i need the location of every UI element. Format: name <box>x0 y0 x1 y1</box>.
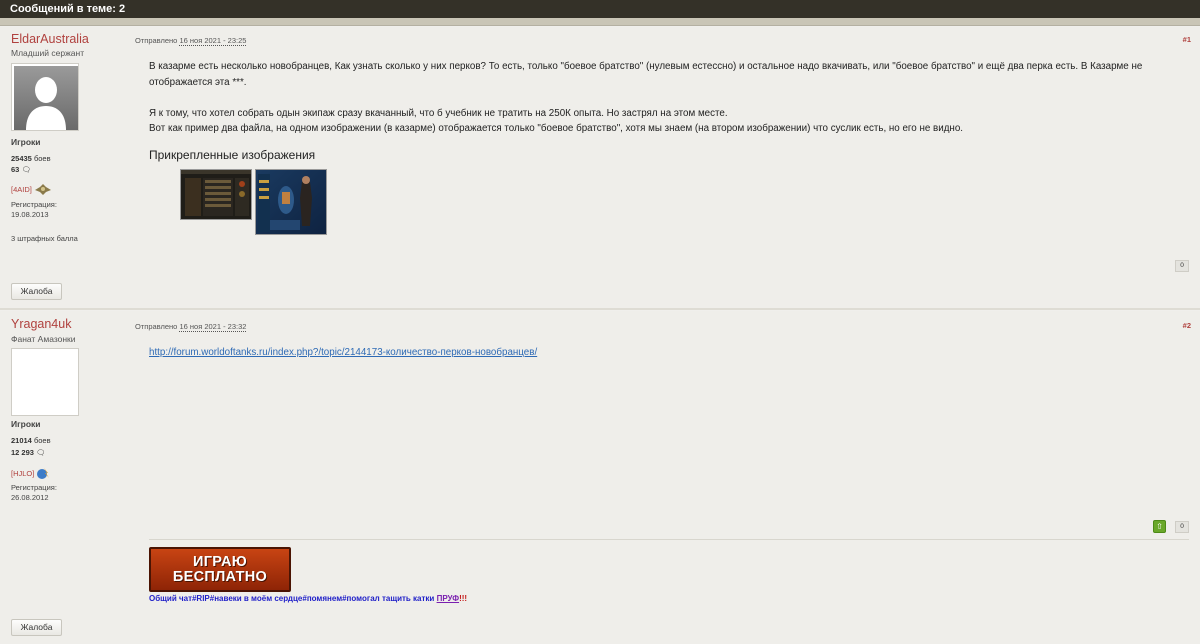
post-1: EldarAustralia Младший сержант Игроки 25… <box>0 27 1200 310</box>
signature-hashtags: Общий чат#RIP#навеки в моём сердце#помян… <box>149 594 435 603</box>
penalty-points: 3 штрафных балла <box>11 234 78 243</box>
sent-date: 16 ноя 2021 - 23:25 <box>179 36 247 46</box>
comment-icon: 🗨 <box>36 448 46 457</box>
banner-line-1: ИГРАЮ <box>193 554 247 570</box>
post-body: В казарме есть несколько новобранцев, Ка… <box>149 59 1189 137</box>
signature-exclamation: !!! <box>459 594 468 603</box>
clan-tag[interactable]: [4AID] <box>11 184 52 195</box>
clan-name[interactable]: [4AID] <box>11 185 32 194</box>
proof-link[interactable]: ПРУФ <box>437 594 459 603</box>
topic-header-bar: Сообщений в теме: 2 <box>0 0 1200 18</box>
battles-stat: 21014 боев <box>11 436 51 445</box>
comments-count: 63 <box>11 165 20 174</box>
banner-line-2: БЕСПЛАТНО <box>172 569 268 585</box>
attachments-title: Прикрепленные изображения <box>149 148 316 162</box>
sent-label: Отправлено <box>135 36 178 45</box>
post-paragraph: Я к тому, что хотел собрать одын экипаж … <box>149 107 728 119</box>
default-avatar-icon <box>12 64 78 130</box>
battles-label: боев <box>33 436 51 445</box>
clan-name[interactable]: [HJLO] <box>11 469 34 478</box>
comments-count: 12 293 <box>11 448 34 457</box>
post-paragraph: В казарме есть несколько новобранцев, Ка… <box>149 61 1143 88</box>
author-rank: Фанат Амазонки <box>11 334 76 344</box>
post-number-link[interactable]: #2 <box>1183 321 1191 330</box>
author-rank: Младший сержант <box>11 48 85 58</box>
reputation-count[interactable]: 0 <box>1175 521 1189 533</box>
clan-emblem-icon <box>37 468 50 479</box>
attachment-thumbnail-1[interactable] <box>180 169 252 220</box>
upvote-icon[interactable]: ⇧ <box>1153 520 1166 533</box>
reputation-count[interactable]: 0 <box>1175 260 1189 272</box>
user-group: Игроки <box>11 419 41 429</box>
sent-date: 16 ноя 2021 - 23:32 <box>179 322 247 332</box>
registration-date: 19.08.2013 <box>11 210 49 219</box>
comments-stat: 12 293 🗨 <box>11 448 46 457</box>
comment-icon: 🗨 <box>21 165 31 174</box>
author-name-link[interactable]: Yragan4uk <box>11 317 71 331</box>
sent-label: Отправлено <box>135 322 178 331</box>
post-date: Отправлено 16 ноя 2021 - 23:25 <box>135 36 247 46</box>
post-paragraph: Вот как пример два файла, на одном изобр… <box>149 123 964 134</box>
battles-stat: 25435 боев <box>11 154 51 163</box>
signature-text: Общий чат#RIP#навеки в моём сердце#помян… <box>149 594 467 603</box>
clan-tag[interactable]: [HJLO] <box>11 467 52 479</box>
battles-label: боев <box>33 154 51 163</box>
registration-label: Регистрация: <box>11 200 57 209</box>
report-button[interactable]: Жалоба <box>11 283 62 300</box>
avatar[interactable] <box>11 63 79 131</box>
header-stripe <box>0 18 1200 26</box>
message-count: Сообщений в теме: 2 <box>10 3 126 15</box>
clan-emblem-icon <box>34 184 51 195</box>
author-name-link[interactable]: EldarAustralia <box>11 32 89 46</box>
avatar[interactable] <box>11 348 79 416</box>
registration-label: Регистрация: <box>11 483 57 492</box>
post-number-link[interactable]: #1 <box>1183 35 1191 44</box>
battles-count: 21014 <box>11 436 32 445</box>
signature-divider <box>149 539 1189 540</box>
registration-date: 26.08.2012 <box>11 493 49 502</box>
post-2: Yragan4uk Фанат Амазонки Игроки 21014 бо… <box>0 311 1200 644</box>
post-date: Отправлено 16 ноя 2021 - 23:32 <box>135 322 247 332</box>
battles-count: 25435 <box>11 154 32 163</box>
attachment-thumbnail-2[interactable] <box>255 169 327 235</box>
report-button[interactable]: Жалоба <box>11 619 62 636</box>
topic-link[interactable]: http://forum.worldoftanks.ru/index.php?/… <box>149 347 537 358</box>
comments-stat: 63 🗨 <box>11 165 31 174</box>
user-group: Игроки <box>11 137 41 147</box>
signature-banner[interactable]: ИГРАЮ БЕСПЛАТНО <box>149 547 291 592</box>
